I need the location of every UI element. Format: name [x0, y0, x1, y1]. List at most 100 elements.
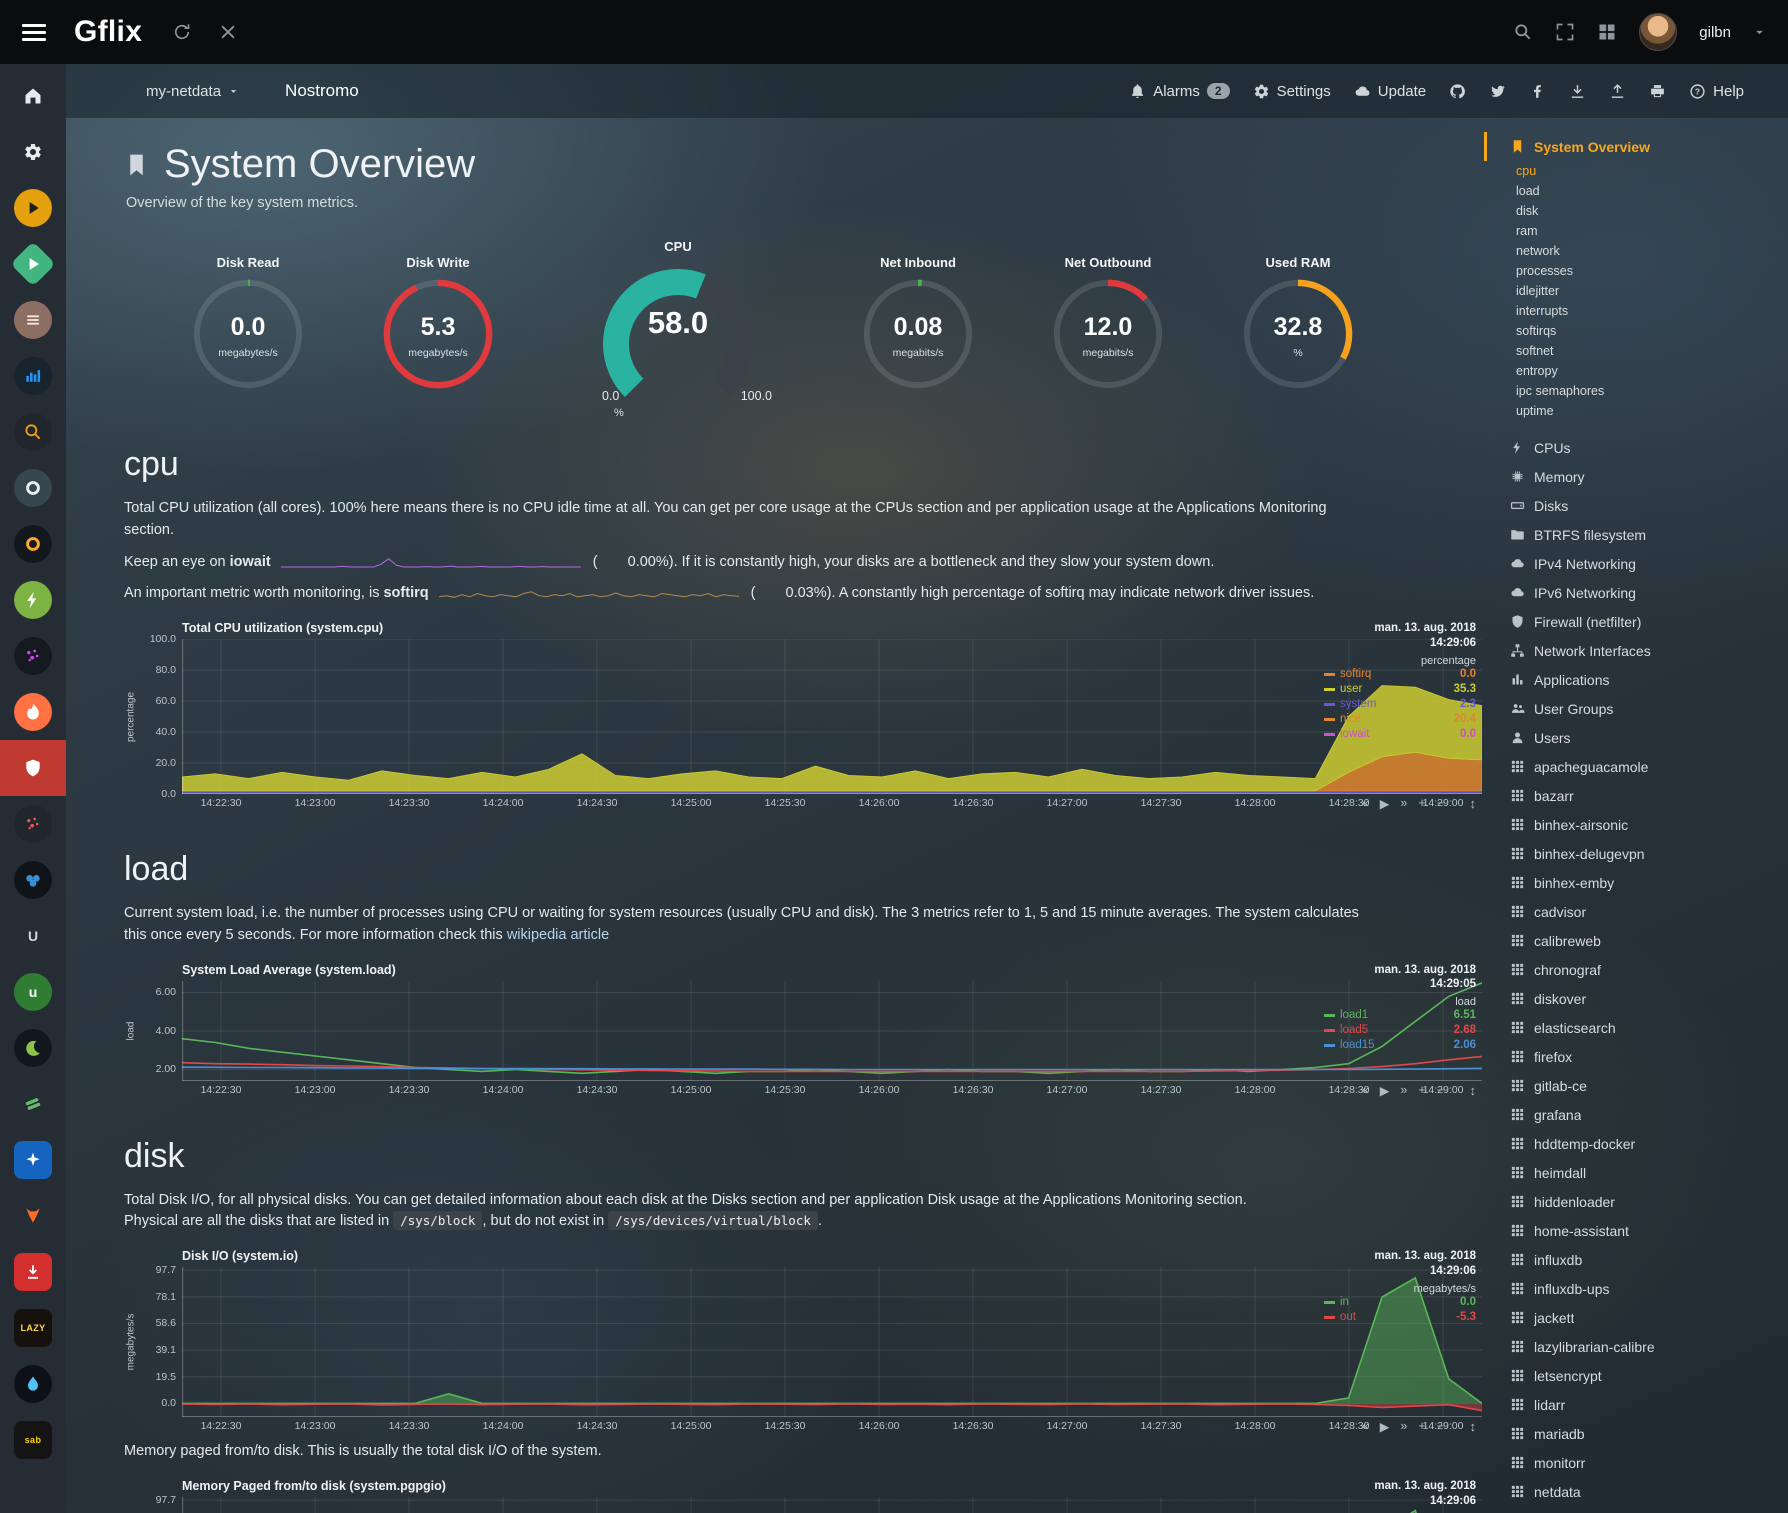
menu-sub-disk[interactable]: disk [1510, 201, 1782, 221]
play-button[interactable]: ▶ [1380, 1083, 1390, 1098]
fullscreen-icon[interactable] [1555, 22, 1575, 42]
search-icon[interactable] [1513, 22, 1533, 42]
menu-lazylibrarian-calibre[interactable]: lazylibrarian-calibre [1510, 1332, 1782, 1361]
app-icon-drop[interactable] [0, 1356, 66, 1412]
resize-handle[interactable]: ↕ [1470, 1083, 1477, 1098]
app-icon-horseshoe[interactable]: U [0, 908, 66, 964]
refresh-icon[interactable] [172, 22, 192, 42]
menu-chronograf[interactable]: chronograf [1510, 955, 1782, 984]
app-icon-lazy[interactable]: LAZY [0, 1300, 66, 1356]
twitter-icon[interactable] [1489, 83, 1506, 100]
app-icon-equalizer[interactable] [0, 348, 66, 404]
legend-user[interactable]: user35.3 [1324, 682, 1476, 697]
menu-mariadb[interactable]: mariadb [1510, 1419, 1782, 1448]
menu-letsencrypt[interactable]: letsencrypt [1510, 1361, 1782, 1390]
print-icon[interactable] [1649, 83, 1666, 100]
app-icon-bolt[interactable] [0, 572, 66, 628]
chart-canvas[interactable]: man. 13. aug. 201814:29:06megabytes/sin0… [182, 1267, 1482, 1417]
legend-load5[interactable]: load52.68 [1324, 1023, 1476, 1038]
legend-out[interactable]: out-5.3 [1324, 1310, 1476, 1325]
app-icon-disc[interactable] [0, 460, 66, 516]
menu-sub-idlejitter[interactable]: idlejitter [1510, 281, 1782, 301]
menu-sub-softirqs[interactable]: softirqs [1510, 321, 1782, 341]
zoom-out-button[interactable]: − [1437, 1419, 1444, 1434]
legend-softirq[interactable]: softirq0.0 [1324, 667, 1476, 682]
legend-iowait[interactable]: iowait0.0 [1324, 727, 1476, 742]
chart-canvas[interactable]: man. 13. aug. 201814:29:05loadload16.51l… [182, 981, 1482, 1081]
menu-hiddenloader[interactable]: hiddenloader [1510, 1187, 1782, 1216]
menu-firefox[interactable]: firefox [1510, 1042, 1782, 1071]
upload-snapshot-icon[interactable] [1609, 83, 1626, 100]
avatar[interactable] [1639, 13, 1677, 51]
app-icon-fox[interactable] [0, 1188, 66, 1244]
download-snapshot-icon[interactable] [1569, 83, 1586, 100]
chart-canvas[interactable]: man. 13. aug. 201814:29:06megabytes/sin0… [182, 1497, 1482, 1513]
menu-jackett[interactable]: jackett [1510, 1303, 1782, 1332]
gauge-cpu[interactable]: CPU 58.0 0.0 100.0 % [561, 239, 795, 409]
menu-influxdb-ups[interactable]: influxdb-ups [1510, 1274, 1782, 1303]
zoom-out-button[interactable]: − [1437, 1083, 1444, 1098]
menu-elasticsearch[interactable]: elasticsearch [1510, 1013, 1782, 1042]
menu-sub-interrupts[interactable]: interrupts [1510, 301, 1782, 321]
chart-canvas[interactable]: man. 13. aug. 201814:29:06percentagesoft… [182, 639, 1482, 794]
app-icon-flame[interactable] [0, 684, 66, 740]
zoom-in-button[interactable]: + [1418, 796, 1425, 811]
softirq-sparkline[interactable] [439, 586, 739, 601]
app-icon-leaf[interactable] [0, 1020, 66, 1076]
pan-backward-button[interactable]: « [1362, 796, 1369, 811]
app-icon-pills[interactable] [0, 1076, 66, 1132]
app-icon-flower[interactable] [0, 852, 66, 908]
menu-sub-softnet[interactable]: softnet [1510, 341, 1782, 361]
gauge-net-inbound[interactable]: Net Inbound 0.08 megabits/s [851, 255, 985, 393]
menu-home-assistant[interactable]: home-assistant [1510, 1216, 1782, 1245]
app-icon-panel[interactable] [0, 1132, 66, 1188]
menu-user-groups[interactable]: User Groups [1510, 694, 1782, 723]
app-icon-u-green[interactable]: u [0, 964, 66, 1020]
apps-grid-icon[interactable] [1597, 22, 1617, 42]
app-icon-search-app[interactable] [0, 404, 66, 460]
app-icon-scatter[interactable] [0, 628, 66, 684]
pan-backward-button[interactable]: « [1362, 1083, 1369, 1098]
legend-in[interactable]: in0.0 [1324, 1295, 1476, 1310]
zoom-in-button[interactable]: + [1418, 1083, 1425, 1098]
menu-btrfs-filesystem[interactable]: BTRFS filesystem [1510, 520, 1782, 549]
username[interactable]: gilbn [1699, 24, 1731, 41]
menu-ipv6-networking[interactable]: IPv6 Networking [1510, 578, 1782, 607]
github-icon[interactable] [1449, 83, 1466, 100]
caret-down-icon[interactable] [1753, 26, 1766, 39]
menu-monitorr[interactable]: monitorr [1510, 1448, 1782, 1477]
menu-sub-entropy[interactable]: entropy [1510, 361, 1782, 381]
menu-grafana[interactable]: grafana [1510, 1100, 1782, 1129]
legend-load15[interactable]: load152.06 [1324, 1038, 1476, 1053]
menu-lidarr[interactable]: lidarr [1510, 1390, 1782, 1419]
zoom-in-button[interactable]: + [1418, 1419, 1425, 1434]
menu-binhex-delugevpn[interactable]: binhex-delugevpn [1510, 839, 1782, 868]
wikipedia-link[interactable]: wikipedia article [507, 927, 609, 943]
menu-ipv4-networking[interactable]: IPv4 Networking [1510, 549, 1782, 578]
pan-backward-button[interactable]: « [1362, 1419, 1369, 1434]
menu-sub-network[interactable]: network [1510, 241, 1782, 261]
menu-system-overview[interactable]: System Overview [1484, 132, 1782, 161]
settings-button[interactable]: Settings [1253, 83, 1331, 100]
menu-bazarr[interactable]: bazarr [1510, 781, 1782, 810]
menu-calibreweb[interactable]: calibreweb [1510, 926, 1782, 955]
menu-firewall-netfilter-[interactable]: Firewall (netfilter) [1510, 607, 1782, 636]
menu-diskover[interactable]: diskover [1510, 984, 1782, 1013]
menu-hddtemp-docker[interactable]: hddtemp-docker [1510, 1129, 1782, 1158]
gauge-disk-read[interactable]: Disk Read 0.0 megabytes/s [181, 255, 315, 393]
alarms-button[interactable]: Alarms 2 [1129, 83, 1229, 100]
menu-binhex-emby[interactable]: binhex-emby [1510, 868, 1782, 897]
gauge-disk-write[interactable]: Disk Write 5.3 megabytes/s [371, 255, 505, 393]
iowait-sparkline[interactable] [281, 554, 581, 569]
play-button[interactable]: ▶ [1380, 796, 1390, 811]
menu-icon[interactable] [22, 20, 48, 45]
app-icon-stack[interactable] [0, 292, 66, 348]
menu-network-interfaces[interactable]: Network Interfaces [1510, 636, 1782, 665]
menu-applications[interactable]: Applications [1510, 665, 1782, 694]
menu-cpus[interactable]: CPUs [1510, 433, 1782, 462]
pan-forward-button[interactable]: » [1400, 1083, 1407, 1098]
pan-forward-button[interactable]: » [1400, 1419, 1407, 1434]
menu-sub-processes[interactable]: processes [1510, 261, 1782, 281]
update-button[interactable]: Update [1354, 83, 1426, 100]
menu-influxdb[interactable]: influxdb [1510, 1245, 1782, 1274]
